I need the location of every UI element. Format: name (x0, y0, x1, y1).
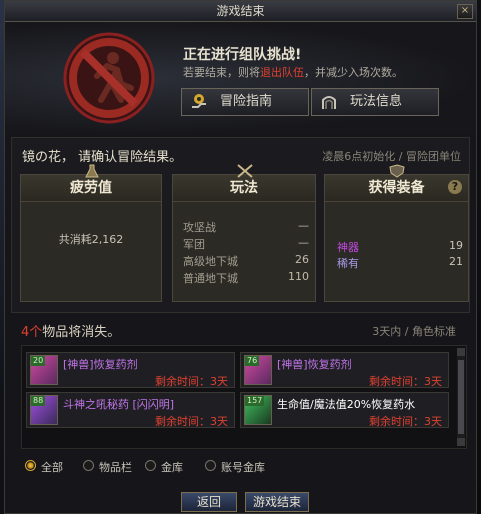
title-bar: 游戏结束 × (5, 1, 476, 22)
expiring-note: 3天内 / 角色标准 (372, 325, 456, 338)
item-level-badge: 20 (31, 356, 46, 366)
list-item[interactable]: 88 斗神之吼秘药 [闪闪明] 剩余时间：3天 (26, 392, 235, 428)
no-entry-icon (63, 32, 155, 124)
fatigue-consumed: 共消耗2,162 (58, 233, 124, 246)
item-level-badge: 88 (31, 396, 46, 406)
scroll-thumb[interactable] (458, 360, 464, 434)
item-level-badge: 76 (245, 356, 260, 366)
play-panel: 玩法 攻坚战 — 军团 — 高级地下城 26 普通地下城 110 (172, 164, 316, 302)
list-item[interactable]: 76 [神兽]恢复药剂 剩余时间：3天 (240, 352, 449, 388)
potion-icon (85, 164, 99, 178)
result-summary: 镜の花， 请确认冒险结果。 凌晨6点初始化 / 冒险团单位 疲劳值 共消耗2,1… (11, 137, 470, 313)
scroll-up-icon[interactable] (457, 348, 465, 356)
item-level-badge: 157 (245, 396, 265, 406)
radio-selected-icon (25, 460, 36, 471)
expiring-count: 4个 (21, 325, 43, 340)
play-info-label: 玩法信息 (350, 94, 403, 109)
fatigue-title: 疲劳值 (21, 175, 161, 202)
potion-icon: 76 (244, 355, 272, 385)
play-row: 攻坚战 — (183, 219, 309, 234)
fatigue-panel: 疲劳值 共消耗2,162 (20, 164, 162, 302)
item-time-left: 剩余时间：3天 (155, 415, 228, 428)
item-name: [神兽]恢复药剂 (277, 358, 352, 371)
shield-icon (389, 164, 405, 178)
equipment-row-rare: 稀有 21 (337, 255, 463, 270)
play-row: 高级地下城 26 (183, 253, 309, 268)
map-pin-icon (192, 94, 206, 108)
header-section: 正在进行组队挑战! 若要结束，则将退出队伍，并减少入场次数。 冒险指南 玩法信息 (5, 22, 476, 134)
equipment-panel: 获得装备 ? 神器 19 稀有 21 (324, 164, 469, 302)
help-icon[interactable]: ? (448, 180, 462, 194)
equipment-row-epic: 神器 19 (337, 239, 463, 254)
expiring-items-list: 20 [神兽]恢复药剂 剩余时间：3天 76 [神兽]恢复药剂 剩余时间：3天 … (21, 345, 467, 449)
play-info-button[interactable]: 玩法信息 (311, 88, 439, 116)
dialog-title: 游戏结束 (216, 4, 265, 18)
warning-highlight: 退出队伍 (260, 66, 304, 79)
summary-title: 镜の花， 请确认冒险结果。 (22, 150, 183, 165)
list-item[interactable]: 20 [神兽]恢复药剂 剩余时间：3天 (26, 352, 235, 388)
item-time-left: 剩余时间：3天 (155, 375, 228, 388)
list-item[interactable]: 157 生命值/魔法值20%恢复药水 剩余时间：3天 (240, 392, 449, 428)
adventure-guide-button[interactable]: 冒险指南 (181, 88, 309, 116)
end-game-button[interactable]: 游戏结束 (245, 492, 309, 512)
game-end-dialog: 游戏结束 × 正在进行组队挑战! 若要结束，则将退出队伍，并减少入场次数。 冒险… (4, 0, 477, 514)
crossed-axes-icon (237, 164, 253, 178)
play-row: 军团 — (183, 236, 309, 251)
back-button[interactable]: 返回 (181, 492, 237, 512)
hp-mp-potion-icon: 157 (244, 395, 272, 425)
close-button[interactable]: × (457, 4, 473, 19)
item-name: 斗神之吼秘药 [闪闪明] (63, 398, 175, 411)
adventure-guide-label: 冒险指南 (220, 94, 273, 109)
gate-icon (322, 96, 336, 109)
equipment-title: 获得装备 (325, 175, 468, 202)
list-scrollbar[interactable] (457, 348, 465, 446)
reset-note: 凌晨6点初始化 / 冒险团单位 (322, 150, 461, 163)
warning-text: 若要结束，则将退出队伍，并减少入场次数。 (183, 66, 403, 79)
equipment-label: 稀有 (337, 257, 359, 270)
play-title: 玩法 (173, 175, 315, 202)
radio-icon (145, 460, 156, 471)
expiring-items-heading: 4个物品将消失。 (21, 325, 121, 340)
scroll-down-icon[interactable] (457, 438, 465, 446)
play-row: 普通地下城 110 (183, 270, 309, 285)
item-name: 生命值/魔法值20%恢复药水 (277, 398, 416, 411)
item-name: [神兽]恢复药剂 (63, 358, 138, 371)
item-time-left: 剩余时间：3天 (369, 375, 442, 388)
radio-icon (205, 460, 216, 471)
equipment-label: 神器 (337, 241, 359, 254)
potion-icon: 20 (30, 355, 58, 385)
radio-icon (83, 460, 94, 471)
headline: 正在进行组队挑战! (183, 47, 302, 63)
elixir-icon: 88 (30, 395, 58, 425)
item-time-left: 剩余时间：3天 (369, 415, 442, 428)
